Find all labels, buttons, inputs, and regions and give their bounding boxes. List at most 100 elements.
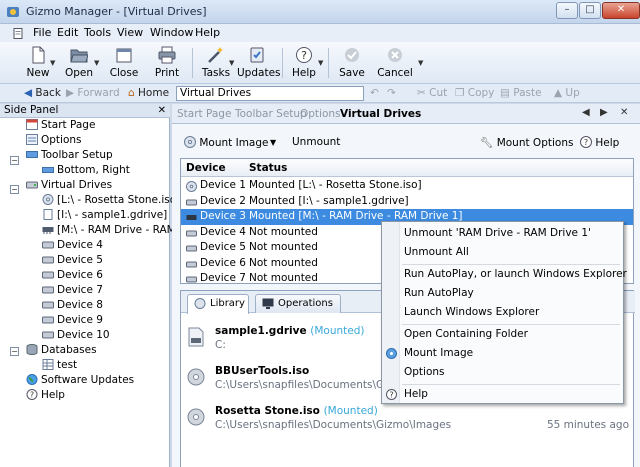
tab-operations[interactable]: Operations	[255, 294, 341, 313]
column-header-device[interactable]: Device	[186, 162, 226, 174]
tree-item-options[interactable]: Options	[26, 133, 82, 148]
collapse-toggle[interactable]: −	[10, 156, 19, 165]
menu-file[interactable]: File	[33, 26, 51, 39]
tab-operations-label: Operations	[278, 298, 333, 309]
menu-edit[interactable]: Edit	[57, 26, 78, 39]
tree-item-databases[interactable]: Databases	[26, 343, 97, 358]
menu-item-unmount-ram-drive[interactable]: Unmount 'RAM Drive - RAM Drive 1'	[382, 224, 623, 243]
address-field[interactable]: Virtual Drives	[176, 86, 364, 101]
tree-item-device-4[interactable]: Device 4	[42, 238, 103, 253]
menu-help[interactable]: Help	[195, 26, 220, 39]
open-label: Open	[64, 67, 94, 79]
up-button[interactable]: ▲ Up	[554, 87, 580, 99]
tab-prev-icon[interactable]: ◀	[582, 107, 590, 118]
menu-item-help[interactable]: ? Help	[382, 385, 623, 404]
home-button[interactable]: ⌂ Home	[128, 87, 169, 99]
updates-button[interactable]: Updates	[237, 42, 281, 84]
menu-item-unmount-all[interactable]: Unmount All	[382, 243, 623, 262]
redo-icon[interactable]: ↷	[387, 87, 396, 99]
cancel-label: Cancel	[377, 67, 413, 79]
tree-item-test[interactable]: test	[42, 358, 77, 373]
tree-item-toolbar-setup[interactable]: Toolbar Setup	[26, 148, 113, 163]
mount-image-button[interactable]: Mount Image	[184, 136, 268, 149]
tree-item-device-7[interactable]: Device 7	[42, 283, 103, 298]
forward-button[interactable]: ▶ Forward	[66, 87, 120, 99]
menu-item-run-autoplay-or-explorer[interactable]: Run AutoPlay, or launch Windows Explorer	[382, 265, 627, 284]
print-button[interactable]: Print	[151, 42, 183, 84]
tree-item-device-6[interactable]: Device 6	[42, 268, 103, 283]
tree-item-help[interactable]: ? Help	[26, 388, 65, 403]
menu-tools[interactable]: Tools	[84, 26, 111, 39]
undo-icon[interactable]: ↶	[370, 87, 379, 99]
mount-options-button[interactable]: 🔧︎ Mount Options	[480, 136, 573, 149]
back-button[interactable]: ◀ Back	[24, 87, 61, 99]
save-button[interactable]: Save	[336, 42, 368, 84]
chevron-down-icon[interactable]: ▼	[270, 138, 276, 147]
tab-close-icon[interactable]: ✕	[620, 107, 628, 118]
menu-item-open-containing-folder[interactable]: Open Containing Folder	[382, 325, 623, 344]
close-button[interactable]: Close	[108, 42, 140, 84]
tree-item-virtual-drives[interactable]: Virtual Drives	[26, 178, 112, 193]
table-row[interactable]: Device 1 Mounted [L:\ - Rosetta Stone.iso…	[181, 178, 633, 194]
drive-icon	[42, 301, 54, 309]
print-label: Print	[154, 67, 180, 79]
menu-item-launch-explorer[interactable]: Launch Windows Explorer	[382, 303, 623, 322]
help-button[interactable]: ? Help	[580, 136, 619, 149]
library-item-name: BBUserTools.iso	[215, 365, 309, 377]
cut-button[interactable]: ✂ Cut	[417, 87, 447, 99]
collapse-toggle[interactable]: −	[10, 347, 19, 356]
mount-image-label: Mount Image	[199, 137, 269, 149]
close-window-button[interactable]: ✕	[602, 2, 640, 19]
maximize-button[interactable]: □	[579, 2, 601, 19]
open-button[interactable]: ▼ Open	[62, 42, 99, 84]
tab-library[interactable]: Library	[187, 294, 249, 314]
tree-item-drive-m[interactable]: [M:\ - RAM Drive - RAM D	[42, 223, 187, 238]
cancel-button[interactable]: ▼ Cancel	[376, 42, 423, 84]
menu-item-mount-image[interactable]: Mount Image	[382, 344, 623, 363]
close-icon[interactable]: ✕	[158, 104, 166, 117]
new-button[interactable]: ▼ New	[22, 42, 55, 84]
tab-toolbar-setup[interactable]: Toolbar Setup	[235, 108, 307, 120]
tab-start-page[interactable]: Start Page	[177, 108, 231, 120]
disc-icon	[186, 181, 197, 192]
tree-item-device-8[interactable]: Device 8	[42, 298, 103, 313]
copy-button[interactable]: ❐ Copy	[455, 87, 494, 99]
tree-item-label: Start Page	[41, 119, 96, 131]
table-header: Device Status	[181, 159, 633, 177]
document-tabs: Start Page Toolbar Setup Options Virtual…	[172, 104, 640, 124]
tree-item-device-5[interactable]: Device 5	[42, 253, 103, 268]
tree-item-drive-l[interactable]: [L:\ - Rosetta Stone.iso]	[42, 193, 180, 208]
tab-next-icon[interactable]: ▶	[600, 107, 608, 118]
help-button[interactable]: ? ▼ Help	[288, 42, 323, 84]
toolbar-icon	[26, 151, 38, 158]
table-row[interactable]: Device 2 Mounted [I:\ - sample1.gdrive]	[181, 194, 633, 210]
window-title: Gizmo Manager - [Virtual Drives]	[26, 5, 207, 18]
drive-icon	[42, 331, 54, 339]
paste-icon: ▤	[500, 87, 510, 99]
cell-status: Not mounted	[249, 241, 318, 253]
tree-item-start-page[interactable]: Start Page	[26, 118, 95, 133]
printer-icon	[158, 46, 176, 64]
tree-item-device-10[interactable]: Device 10	[42, 328, 110, 343]
library-item[interactable]: Rosetta Stone.iso (Mounted) C:\Users\sna…	[181, 401, 635, 441]
tasks-button[interactable]: ▼ Tasks	[200, 42, 234, 84]
tab-options[interactable]: Options	[300, 108, 341, 120]
tree-item-software-updates[interactable]: Software Updates	[26, 373, 134, 388]
menu-window[interactable]: Window	[150, 26, 193, 39]
toolbar-icon	[42, 167, 54, 173]
tree-item-bottom-right[interactable]: Bottom, Right	[42, 163, 130, 178]
unmount-button[interactable]: Unmount	[292, 136, 340, 148]
minimize-button[interactable]: –	[556, 2, 578, 19]
tree-item-device-9[interactable]: Device 9	[42, 313, 103, 328]
cell-status: Not mounted	[249, 256, 318, 269]
menu-item-options[interactable]: Options	[382, 363, 623, 382]
tree-item-drive-i[interactable]: [I:\ - sample1.gdrive]	[42, 208, 167, 223]
cell-device: Device 5	[200, 241, 246, 253]
paste-button[interactable]: ▤ Paste	[500, 87, 542, 99]
column-header-status[interactable]: Status	[249, 162, 287, 174]
toolbar-separator	[282, 48, 283, 78]
menu-view[interactable]: View	[117, 26, 143, 39]
tab-virtual-drives[interactable]: Virtual Drives	[340, 108, 421, 120]
menu-item-run-autoplay[interactable]: Run AutoPlay	[382, 284, 623, 303]
collapse-toggle[interactable]: −	[10, 185, 19, 194]
